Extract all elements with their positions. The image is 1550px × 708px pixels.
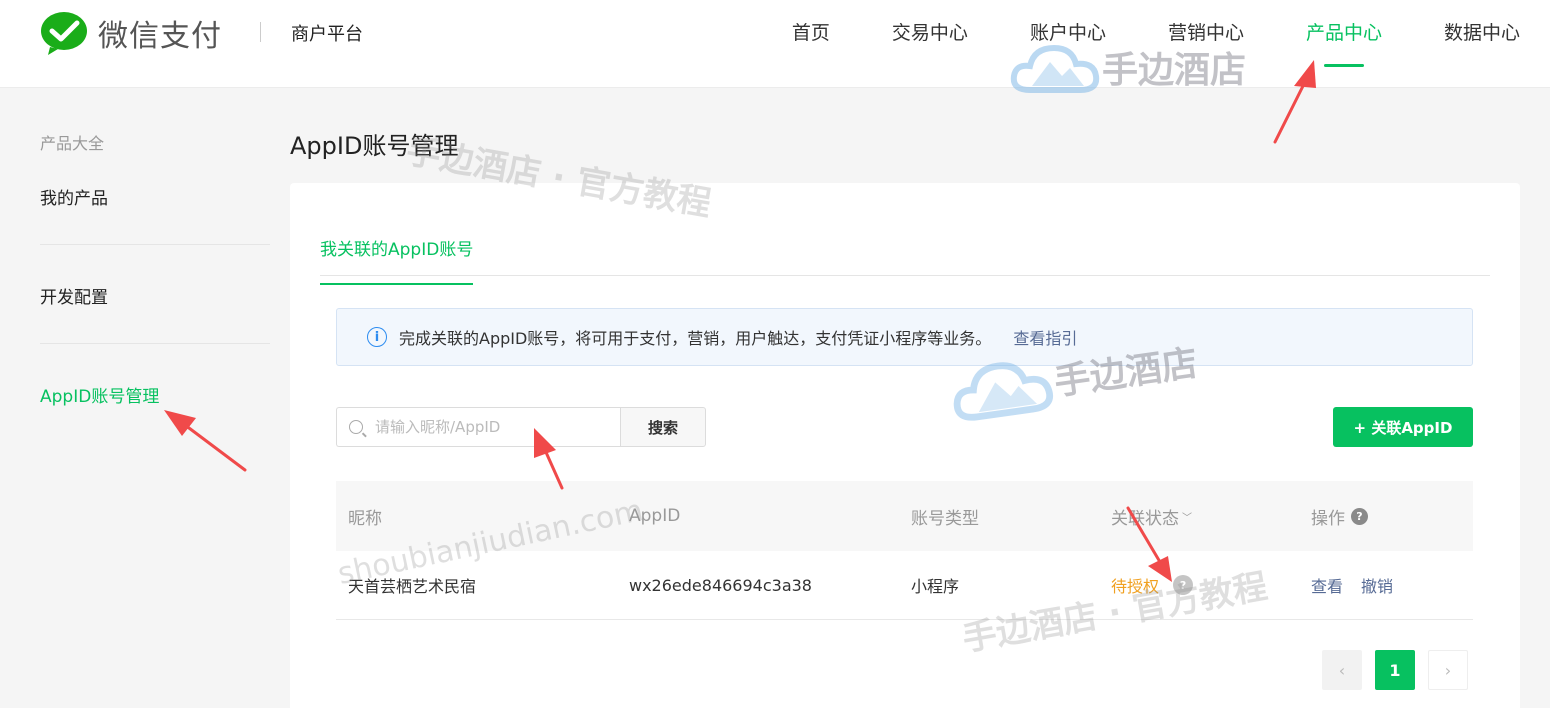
top-header: 微信支付 商户平台 首页 交易中心 账户中心 营销中心 产品中心 数据中心 (0, 0, 1550, 88)
notice-text: 完成关联的AppID账号，将可用于支付，营销，用户触达，支付凭证小程序等业务。 (399, 329, 992, 348)
nav-account[interactable]: 账户中心 (1030, 18, 1106, 55)
nav-marketing[interactable]: 营销中心 (1168, 18, 1244, 55)
info-icon: i (367, 327, 387, 347)
search-button[interactable]: 搜索 (620, 407, 706, 447)
prev-page-button[interactable]: ‹ (1322, 650, 1362, 690)
sidebar-divider (40, 343, 270, 344)
header-account-type: 账号类型 (911, 508, 979, 529)
appid-table: 昵称 AppID 账号类型 关联状态 ﹀ 操作 ? 天首芸栖艺术民宿 wx26e… (336, 481, 1473, 620)
search-box (336, 407, 620, 447)
sidebar-divider (40, 244, 270, 245)
row-status: 待授权 ? (1111, 551, 1194, 619)
view-guide-link[interactable]: 查看指引 (1013, 325, 1077, 349)
info-notice: i 完成关联的AppID账号，将可用于支付，营销，用户触达，支付凭证小程序等业务… (336, 308, 1473, 366)
logo-text: 微信支付 (98, 19, 222, 54)
header-link-status-label: 关联状态 (1111, 508, 1179, 529)
header-actions-label: 操作 (1311, 508, 1345, 529)
nav-home[interactable]: 首页 (792, 18, 830, 55)
view-link[interactable]: 查看 (1311, 573, 1343, 597)
wechat-pay-logo-icon (41, 12, 87, 55)
tab-bar: 我关联的AppID账号 (320, 183, 1490, 285)
sidebar-item-dev-config[interactable]: 开发配置 (40, 283, 108, 308)
sidebar-item-my-products[interactable]: 我的产品 (40, 184, 108, 209)
row-account-type: 小程序 (911, 577, 960, 596)
help-icon[interactable]: ? (1173, 575, 1194, 595)
sidebar-group-title: 产品大全 (40, 134, 105, 153)
main-card: 我关联的AppID账号 i 完成关联的AppID账号，将可用于支付，营销，用户触… (290, 183, 1520, 708)
nav-transactions[interactable]: 交易中心 (892, 18, 968, 55)
search-icon (349, 420, 363, 434)
nav-products[interactable]: 产品中心 (1306, 18, 1382, 67)
table-header: 昵称 AppID 账号类型 关联状态 ﹀ 操作 ? (336, 481, 1473, 551)
row-actions: 查看 撤销 (1311, 551, 1411, 619)
platform-name: 商户平台 (291, 24, 363, 45)
top-nav: 首页 交易中心 账户中心 营销中心 产品中心 数据中心 (730, 18, 1520, 67)
wechat-pay-logo[interactable]: 微信支付 (40, 10, 222, 56)
header-appid: AppID (629, 506, 681, 526)
nav-data[interactable]: 数据中心 (1444, 18, 1520, 55)
help-icon[interactable]: ? (1351, 507, 1368, 525)
row-nickname: 天首芸栖艺术民宿 (348, 577, 477, 596)
next-page-button[interactable]: › (1428, 650, 1468, 690)
table-row: 天首芸栖艺术民宿 wx26ede846694c3a38 小程序 待授权 ? 查看… (336, 551, 1473, 620)
chevron-down-icon: ﹀ (1182, 512, 1192, 524)
row-appid: wx26ede846694c3a38 (629, 575, 812, 595)
search-input[interactable] (375, 418, 595, 436)
header-nickname: 昵称 (348, 508, 382, 529)
sidebar-item-appid-management[interactable]: AppID账号管理 (40, 382, 159, 407)
page-title: AppID账号管理 (290, 132, 459, 160)
header-link-status[interactable]: 关联状态 ﹀ (1111, 481, 1192, 551)
revoke-link[interactable]: 撤销 (1361, 573, 1393, 597)
page-current[interactable]: 1 (1375, 650, 1415, 690)
header-actions: 操作 ? (1311, 481, 1368, 551)
tab-linked-appid[interactable]: 我关联的AppID账号 (320, 235, 474, 285)
logo-divider (260, 22, 261, 42)
link-appid-button[interactable]: + 关联AppID (1333, 407, 1473, 447)
status-pending-label: 待授权 (1111, 577, 1160, 596)
